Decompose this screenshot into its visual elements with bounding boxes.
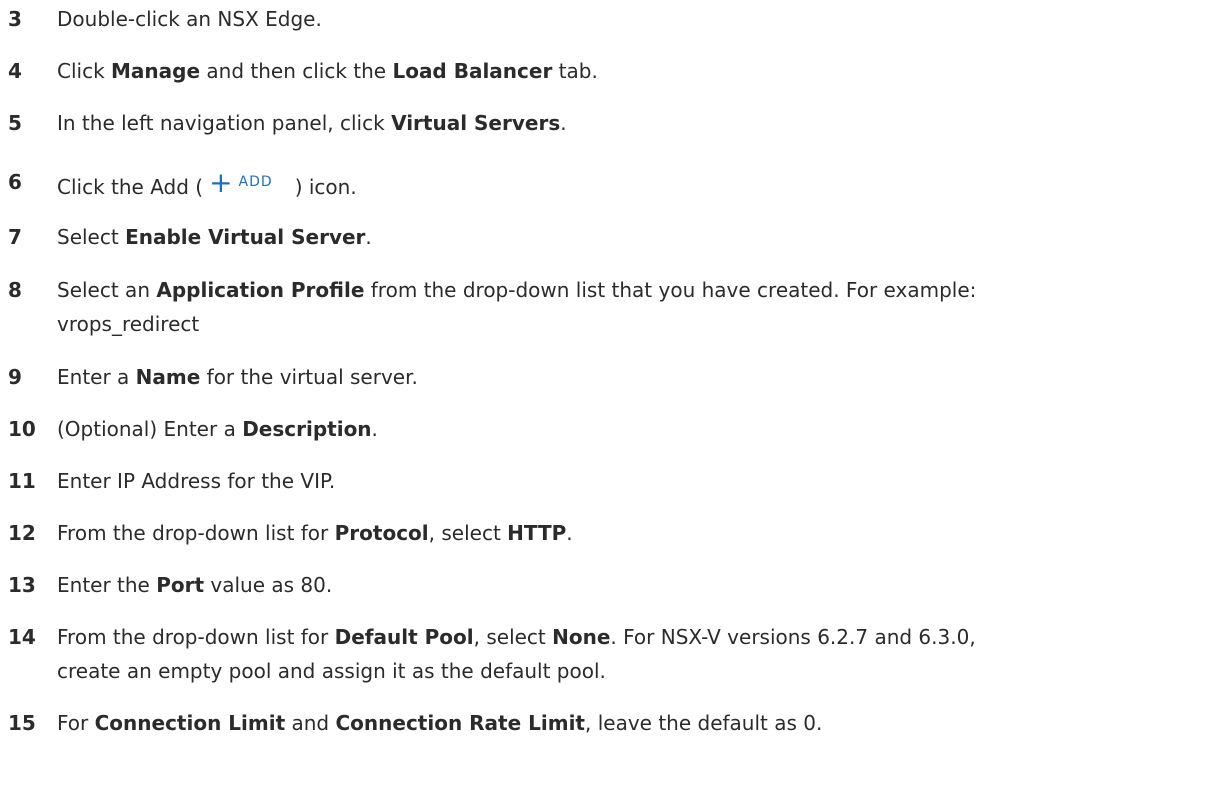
step-text: Click Manage and then click the Load Bal…	[57, 59, 598, 83]
step-number: 15	[8, 711, 36, 735]
step-text: In the left navigation panel, click Virt…	[57, 111, 567, 135]
step-number: 13	[8, 573, 36, 597]
step-number: 8	[8, 278, 22, 302]
procedure-steps: 3 Double-click an NSX Edge. 4 Click Mana…	[0, 0, 1227, 808]
step-number: 3	[8, 7, 22, 31]
step-number: 5	[8, 111, 22, 135]
step-text: Enter a Name for the virtual server.	[57, 365, 418, 389]
step-text: For Connection Limit and Connection Rate…	[57, 711, 823, 735]
step-text: (Optional) Enter a Description.	[57, 417, 378, 441]
step-text: From the drop-down list for Protocol, se…	[57, 521, 573, 545]
step-text: Select Enable Virtual Server.	[57, 225, 372, 249]
step-text: Double-click an NSX Edge.	[57, 7, 322, 31]
step-number: 10	[8, 417, 36, 441]
step-number: 11	[8, 469, 36, 493]
step-text: Select an Application Profile from the d…	[57, 278, 977, 302]
step-number: 4	[8, 59, 22, 83]
step-text: From the drop-down list for Default Pool…	[57, 625, 976, 649]
add-button-glyph: + ADD	[209, 166, 273, 199]
step-number: 6	[8, 170, 22, 194]
step-text: Enter the Port value as 80.	[57, 573, 333, 597]
step-number: 7	[8, 225, 22, 249]
step-number: 12	[8, 521, 36, 545]
step-number: 9	[8, 365, 22, 389]
step-number: 14	[8, 625, 36, 649]
step-text: create an empty pool and assign it as th…	[57, 659, 606, 683]
step-text: Enter IP Address for the VIP.	[57, 469, 336, 493]
plus-icon: +	[209, 166, 233, 199]
step-text: Click the Add (+ ADD) icon.	[57, 166, 357, 199]
step-text: vrops_redirect	[57, 312, 200, 336]
